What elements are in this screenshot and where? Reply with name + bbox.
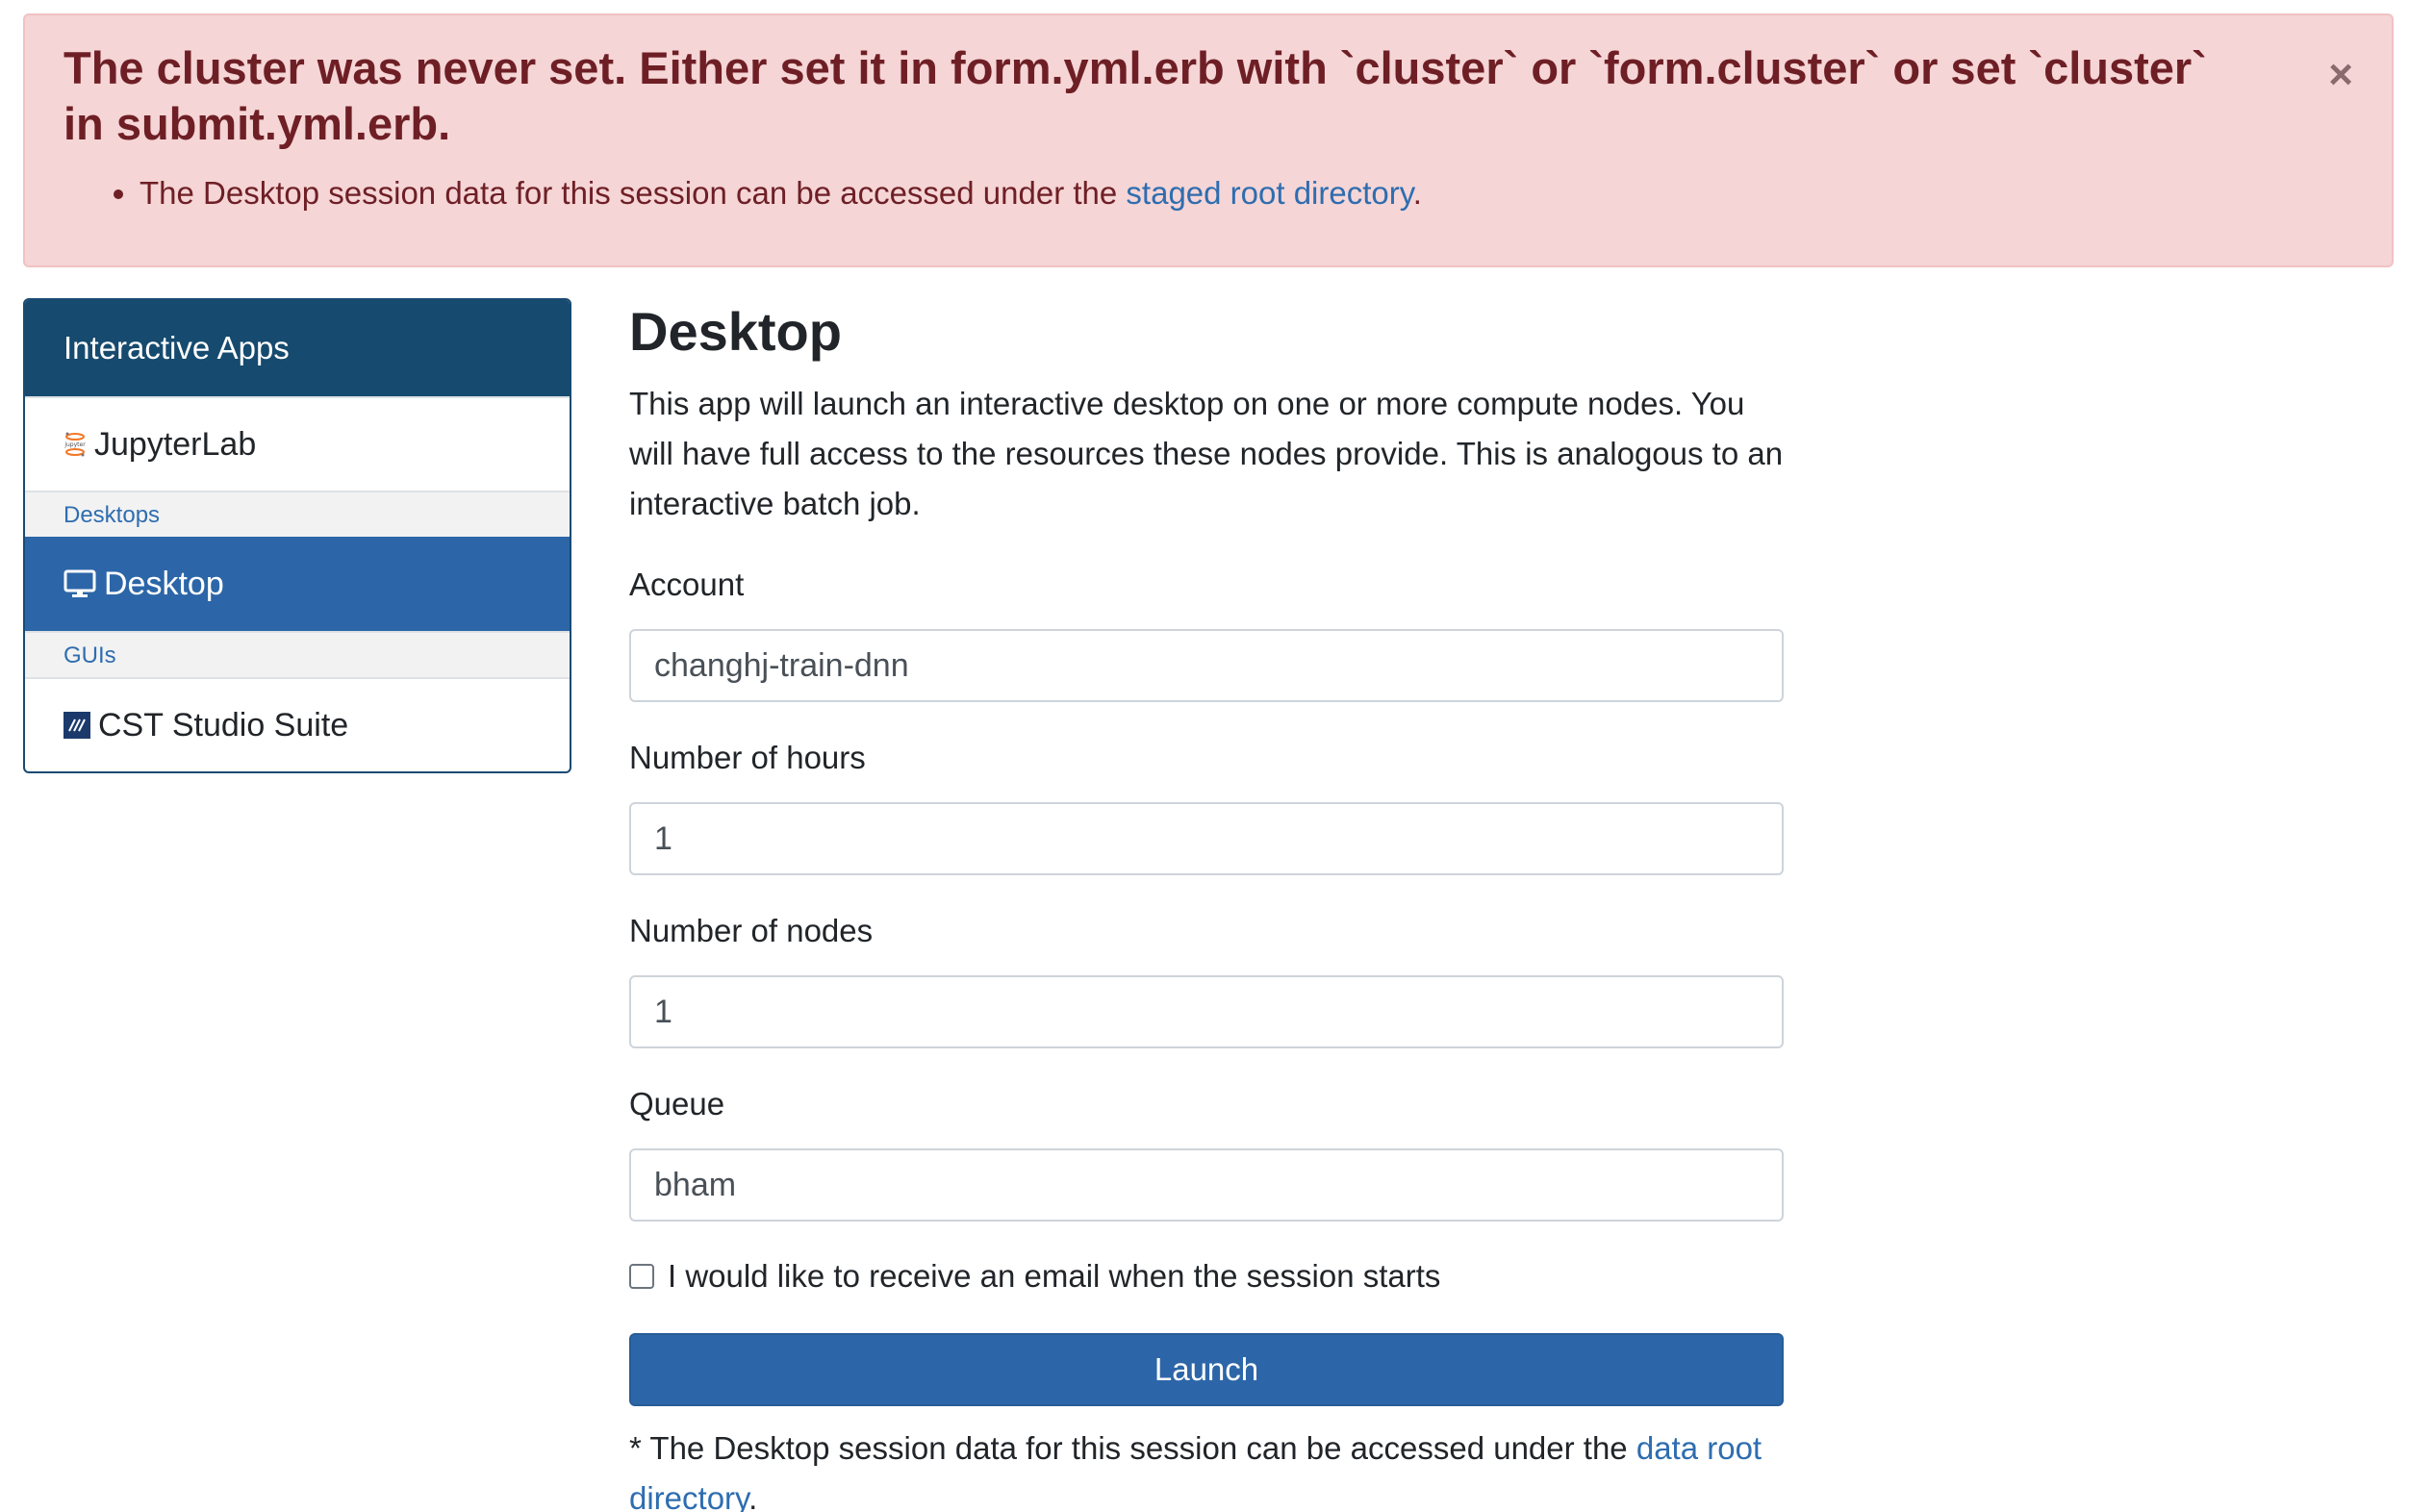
svg-text:jupyter: jupyter [63,441,86,448]
email-checkbox[interactable] [629,1264,654,1289]
sidebar-item-desktop[interactable]: Desktop [25,537,570,631]
alert-message-text: The Desktop session data for this sessio… [139,175,1127,211]
sidebar-category-desktops: Desktops [25,491,570,537]
sidebar-item-cst-studio-suite[interactable]: CST Studio Suite [25,677,570,771]
page-title: Desktop [629,301,842,362]
email-checkbox-label[interactable]: I would like to receive an email when th… [668,1258,1440,1295]
sidebar-item-label: CST Studio Suite [98,706,349,743]
cst-icon [63,712,90,739]
alert-message: The Desktop session data for this sessio… [139,173,2353,214]
queue-input[interactable] [629,1148,1784,1222]
monitor-icon [63,569,96,598]
sidebar-category-guis: GUIs [25,631,570,677]
page: The cluster was never set. Either set it… [0,0,2409,1512]
launch-button[interactable]: Launch [629,1333,1784,1406]
interactive-apps-sidebar: Interactive Apps jupyter JupyterLab Desk… [23,298,571,773]
nodes-input[interactable] [629,975,1784,1048]
footnote: * The Desktop session data for this sess… [629,1424,1784,1512]
footnote-suffix: . [748,1480,758,1512]
email-checkbox-row: I would like to receive an email when th… [629,1258,1784,1295]
hours-input[interactable] [629,802,1784,875]
staged-root-directory-link[interactable]: staged root directory [1126,175,1412,211]
alert-title: The cluster was never set. Either set it… [63,42,2207,149]
hours-label: Number of hours [629,740,866,775]
app-description: This app will launch an interactive desk… [629,386,1784,521]
sidebar-header: Interactive Apps [25,300,570,396]
account-input[interactable] [629,629,1784,702]
jupyter-icon: jupyter [63,431,87,458]
nodes-label: Number of nodes [629,913,874,948]
sidebar-item-label: JupyterLab [94,425,257,463]
footnote-text: * The Desktop session data for this sess… [629,1430,1636,1466]
sidebar-item-label: Desktop [104,565,224,602]
sidebar-item-jupyterlab[interactable]: jupyter JupyterLab [25,396,570,491]
alert-message-suffix: . [1412,175,1422,211]
error-alert: The cluster was never set. Either set it… [23,13,2394,267]
close-icon[interactable]: × [2328,54,2353,96]
alert-list: The Desktop session data for this sessio… [139,173,2353,214]
app-form: Desktop This app will launch an interact… [629,298,1784,1512]
queue-label: Queue [629,1086,725,1121]
account-label: Account [629,567,745,602]
